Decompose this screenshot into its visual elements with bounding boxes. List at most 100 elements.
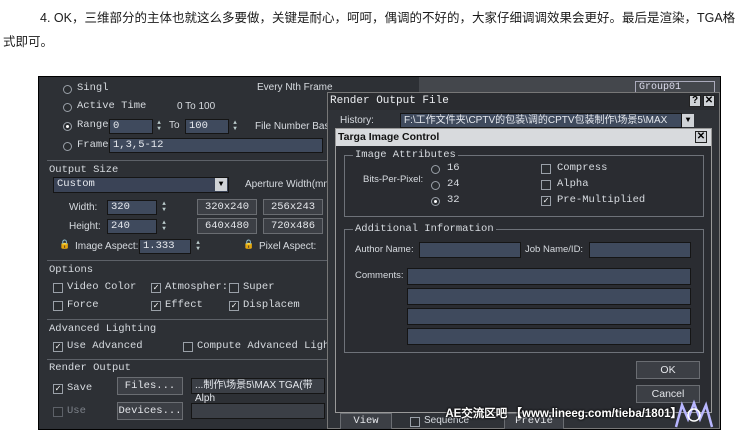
save-label: Save (67, 382, 93, 394)
file-number-base-label: File Number Base (255, 121, 336, 132)
effects-checkbox[interactable]: ✓ (151, 301, 161, 311)
super-label: Super (243, 281, 275, 293)
ok-button[interactable]: OK (636, 361, 700, 379)
compute-advanced-checkbox[interactable] (183, 342, 193, 352)
alpha-label: Alpha (557, 178, 589, 190)
frames-label: Frame (77, 139, 109, 151)
files-button[interactable]: Files... (117, 377, 183, 395)
aperture-label: Aperture Width(mm (245, 179, 332, 190)
help-button[interactable]: ? (689, 95, 701, 107)
range-from-spinner[interactable]: ▲ ▼ (155, 120, 163, 132)
compress-label: Compress (557, 162, 608, 174)
bpp-24-label: 24 (447, 178, 460, 190)
comments-line-1[interactable] (407, 268, 691, 285)
width-spinner[interactable]: ▲ ▼ (160, 201, 168, 213)
device-field[interactable] (191, 403, 325, 419)
rof-title: Render Output File (330, 95, 449, 107)
rof-titlebar: Render Output File ? ✕ (328, 93, 719, 110)
view-button[interactable]: View (340, 413, 392, 429)
atmospheric-checkbox[interactable]: ✓ (151, 283, 161, 293)
every-nth-label: Every Nth Frame (257, 82, 333, 93)
article-line-2: 式即可。 (3, 35, 54, 49)
image-aspect-input[interactable]: 1.333 (139, 239, 191, 254)
res-720x486-button[interactable]: 720x486 (263, 218, 323, 234)
frames-radio[interactable] (63, 142, 72, 151)
active-range-label: 0 To 100 (177, 101, 216, 112)
image-attributes-group: Image Attributes Bits-Per-Pixel: 16 24 3… (344, 149, 704, 217)
alpha-checkbox[interactable] (541, 180, 551, 190)
comments-line-4[interactable] (407, 328, 691, 345)
force-checkbox[interactable] (53, 301, 63, 311)
divider (47, 160, 327, 161)
image-attributes-label: Image Attributes (353, 149, 458, 161)
use-device-checkbox[interactable] (53, 407, 63, 417)
close-icon[interactable]: ✕ (695, 131, 707, 143)
premultiplied-label: Pre-Multiplied (557, 194, 646, 206)
width-input[interactable]: 320 (107, 200, 157, 215)
tga-titlebar: Targa Image Control ✕ (336, 129, 711, 146)
displacement-label: Displacem (243, 299, 300, 311)
render-output-heading: Render Output (49, 362, 131, 374)
active-time-radio[interactable] (63, 103, 72, 112)
devices-button[interactable]: Devices... (117, 402, 183, 420)
close-icon[interactable]: ✕ (703, 95, 715, 107)
divider (47, 319, 327, 320)
history-label: History: (340, 115, 374, 126)
watermark-logo-icon (674, 399, 714, 428)
range-label: Range (77, 119, 109, 131)
job-name-input[interactable] (589, 242, 691, 258)
image-aspect-spinner[interactable]: ▲ ▼ (194, 240, 202, 252)
displacement-checkbox[interactable]: ✓ (229, 301, 239, 311)
article-text: 4. OK，三维部分的主体也就这么多要做，关键是耐心，呵呵，偶调的不好的，大家仔… (0, 6, 748, 54)
comments-line-2[interactable] (407, 288, 691, 305)
active-time-label: Active Time (77, 100, 147, 112)
max-screenshot: Singl Every Nth Frame Active Time 0 To 1… (38, 76, 721, 430)
compress-checkbox[interactable] (541, 164, 551, 174)
chevron-down-icon[interactable]: ▼ (215, 178, 227, 191)
comments-label: Comments: (355, 270, 404, 281)
lock-icon[interactable]: 🔒 (59, 241, 70, 250)
pixel-lock-icon[interactable]: 🔒 (243, 241, 254, 250)
use-advanced-checkbox[interactable]: ✓ (53, 342, 63, 352)
divider (47, 359, 327, 360)
video-color-checkbox[interactable] (53, 283, 63, 293)
save-checkbox[interactable]: ✓ (53, 384, 63, 394)
single-label: Singl (77, 82, 109, 94)
bpp-32-radio[interactable] (431, 197, 440, 206)
author-name-label: Author Name: (355, 244, 414, 255)
res-256x243-button[interactable]: 256x243 (263, 199, 323, 215)
res-640x480-button[interactable]: 640x480 (197, 218, 257, 234)
super-checkbox[interactable] (229, 283, 239, 293)
effects-label: Effect (165, 299, 203, 311)
res-320x240-button[interactable]: 320x240 (197, 199, 257, 215)
author-name-input[interactable] (419, 242, 521, 258)
video-color-label: Video Color (67, 281, 137, 293)
force-label: Force (67, 299, 99, 311)
range-radio[interactable] (63, 122, 72, 131)
bpp-32-label: 32 (447, 194, 460, 206)
frames-input[interactable]: 1,3,5-12 (109, 138, 323, 153)
tga-title: Targa Image Control (338, 131, 440, 143)
premultiplied-checkbox[interactable]: ✓ (541, 196, 551, 206)
range-from-input[interactable]: 0 (109, 119, 153, 134)
range-to-input[interactable]: 100 (185, 119, 229, 134)
height-spinner[interactable]: ▲ ▼ (160, 220, 168, 232)
advanced-lighting-heading: Advanced Lighting (49, 323, 157, 335)
height-label: Height: (69, 221, 101, 232)
single-radio[interactable] (63, 85, 72, 94)
preset-select[interactable]: Custom (53, 177, 229, 193)
bpp-24-radio[interactable] (431, 181, 440, 190)
compute-advanced-label: Compute Advanced Ligh (197, 340, 330, 352)
output-size-heading: Output Size (49, 164, 119, 176)
history-chevron-down-icon[interactable]: ▼ (682, 114, 694, 127)
file-path-field[interactable]: ...制作\场景5\MAX TGA(带Alph (191, 378, 325, 404)
comments-line-3[interactable] (407, 308, 691, 325)
bits-per-pixel-label: Bits-Per-Pixel: (363, 174, 424, 185)
height-input[interactable]: 240 (107, 219, 157, 234)
bpp-16-label: 16 (447, 162, 460, 174)
history-field[interactable]: F:\工作文件夹\CPTV的包装\调的CPTV包装制作\场景5\MAX (400, 113, 682, 128)
sequence-checkbox[interactable] (410, 417, 420, 427)
bpp-16-radio[interactable] (431, 165, 440, 174)
additional-info-group: Additional Information Author Name: Job … (344, 223, 704, 353)
range-to-spinner[interactable]: ▲ ▼ (231, 120, 239, 132)
